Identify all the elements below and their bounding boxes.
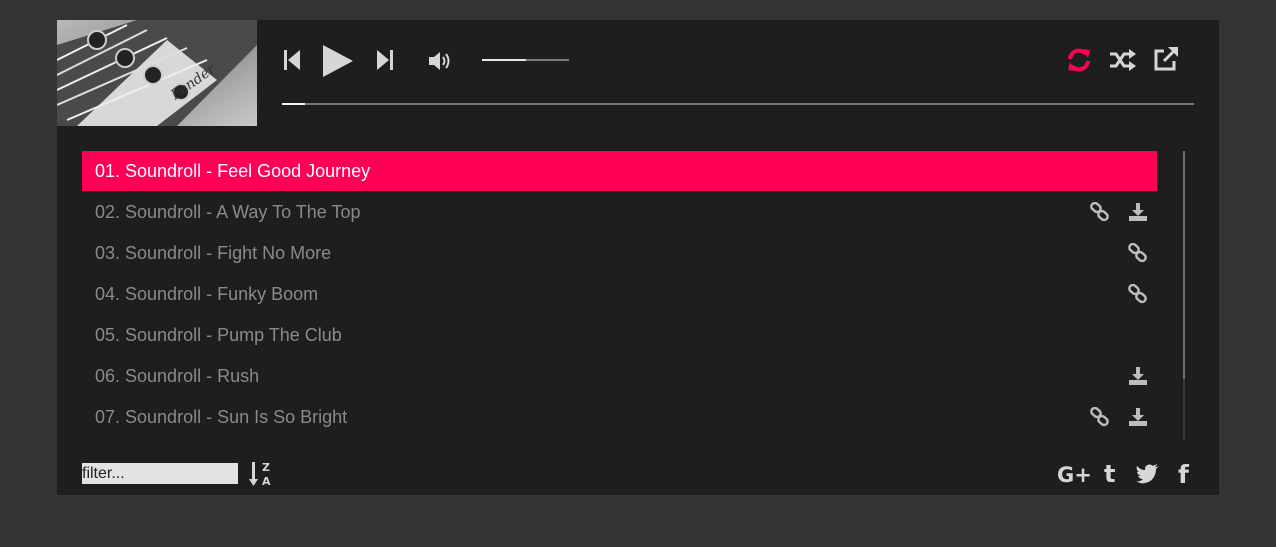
external-link-icon	[1154, 47, 1178, 71]
repeat-button[interactable]	[1066, 47, 1092, 73]
track-download-button[interactable]	[1128, 202, 1148, 222]
share-tumblr-button[interactable]: t	[1102, 460, 1122, 488]
track-title: 06. Soundroll - Rush	[95, 366, 260, 386]
twitter-icon	[1136, 464, 1159, 484]
share-google-plus-button[interactable]: G+	[1057, 460, 1091, 488]
scrollbar-thumb[interactable]	[1183, 151, 1185, 379]
volume-up-icon	[429, 52, 450, 70]
volume-slider[interactable]	[482, 59, 569, 61]
share-facebook-button[interactable]: f	[1177, 460, 1193, 488]
sort-alpha-desc-icon: Z A	[249, 461, 271, 487]
download-icon	[1129, 203, 1147, 221]
tumblr-icon: t	[1104, 460, 1115, 488]
track-link-button[interactable]	[1128, 284, 1148, 304]
track-title: 05. Soundroll - Pump The Club	[95, 325, 342, 345]
track-link-button[interactable]	[1090, 407, 1110, 427]
google-plus-icon: G+	[1057, 463, 1091, 487]
playlist-track-row[interactable]: 04. Soundroll - Funky Boom	[82, 274, 1157, 314]
volume-button[interactable]	[428, 51, 454, 71]
track-title: 03. Soundroll - Fight No More	[95, 243, 332, 263]
playlist-track-row[interactable]: 03. Soundroll - Fight No More	[82, 233, 1157, 273]
random-icon	[1110, 49, 1136, 71]
volume-level-fill	[482, 59, 526, 61]
next-button[interactable]	[376, 49, 394, 71]
refresh-icon	[1068, 48, 1090, 72]
popout-button[interactable]	[1153, 46, 1179, 72]
track-download-button[interactable]	[1128, 366, 1148, 386]
chain-link-icon	[1128, 243, 1147, 263]
guitar-headstock-photo: Fender	[57, 20, 257, 126]
download-icon	[1129, 408, 1147, 426]
download-icon	[1129, 367, 1147, 385]
playlist-track-row[interactable]: 02. Soundroll - A Way To The Top	[82, 192, 1157, 232]
facebook-icon: f	[1178, 460, 1190, 488]
google-plus-label: G+	[1057, 463, 1091, 487]
chain-link-icon	[1090, 202, 1109, 222]
shuffle-button[interactable]	[1109, 48, 1137, 72]
progress-fill	[282, 103, 305, 105]
chain-link-icon	[1128, 284, 1147, 304]
playlist-track-row[interactable]: 01. Soundroll - Feel Good Journey	[82, 151, 1157, 191]
playlist: 01. Soundroll - Feel Good Journey 02. Sou…	[82, 151, 1157, 438]
sort-label-a: A	[262, 475, 271, 487]
track-title: 07. Soundroll - Sun Is So Bright	[95, 407, 348, 427]
tumblr-label: t	[1104, 460, 1115, 488]
track-title: 04. Soundroll - Funky Boom	[95, 284, 319, 304]
playlist-track-row[interactable]: 07. Soundroll - Sun Is So Bright	[82, 397, 1157, 437]
step-backward-icon	[284, 50, 300, 70]
track-title: 02. Soundroll - A Way To The Top	[95, 202, 361, 222]
step-forward-icon	[377, 50, 393, 70]
facebook-label: f	[1178, 460, 1190, 488]
previous-button[interactable]	[283, 49, 301, 71]
sort-button[interactable]: Z A	[249, 461, 273, 487]
chain-link-icon	[1090, 407, 1109, 427]
sort-label-z: Z	[262, 461, 270, 474]
track-title: 01. Soundroll - Feel Good Journey	[95, 161, 371, 181]
audio-player: Fender 01. Soundroll - Feel Good Journey…	[57, 20, 1219, 495]
filter-input[interactable]	[82, 463, 238, 484]
album-cover: Fender	[57, 20, 257, 126]
share-twitter-button[interactable]	[1136, 463, 1160, 485]
playlist-scrollbar[interactable]	[1183, 151, 1185, 440]
play-icon	[323, 45, 353, 77]
track-link-button[interactable]	[1128, 243, 1148, 263]
progress-bar[interactable]	[282, 103, 1194, 105]
play-button[interactable]	[322, 44, 354, 78]
playlist-track-row[interactable]: 06. Soundroll - Rush	[82, 356, 1157, 396]
track-download-button[interactable]	[1128, 407, 1148, 427]
track-link-button[interactable]	[1090, 202, 1110, 222]
playlist-track-row[interactable]: 05. Soundroll - Pump The Club	[82, 315, 1157, 355]
